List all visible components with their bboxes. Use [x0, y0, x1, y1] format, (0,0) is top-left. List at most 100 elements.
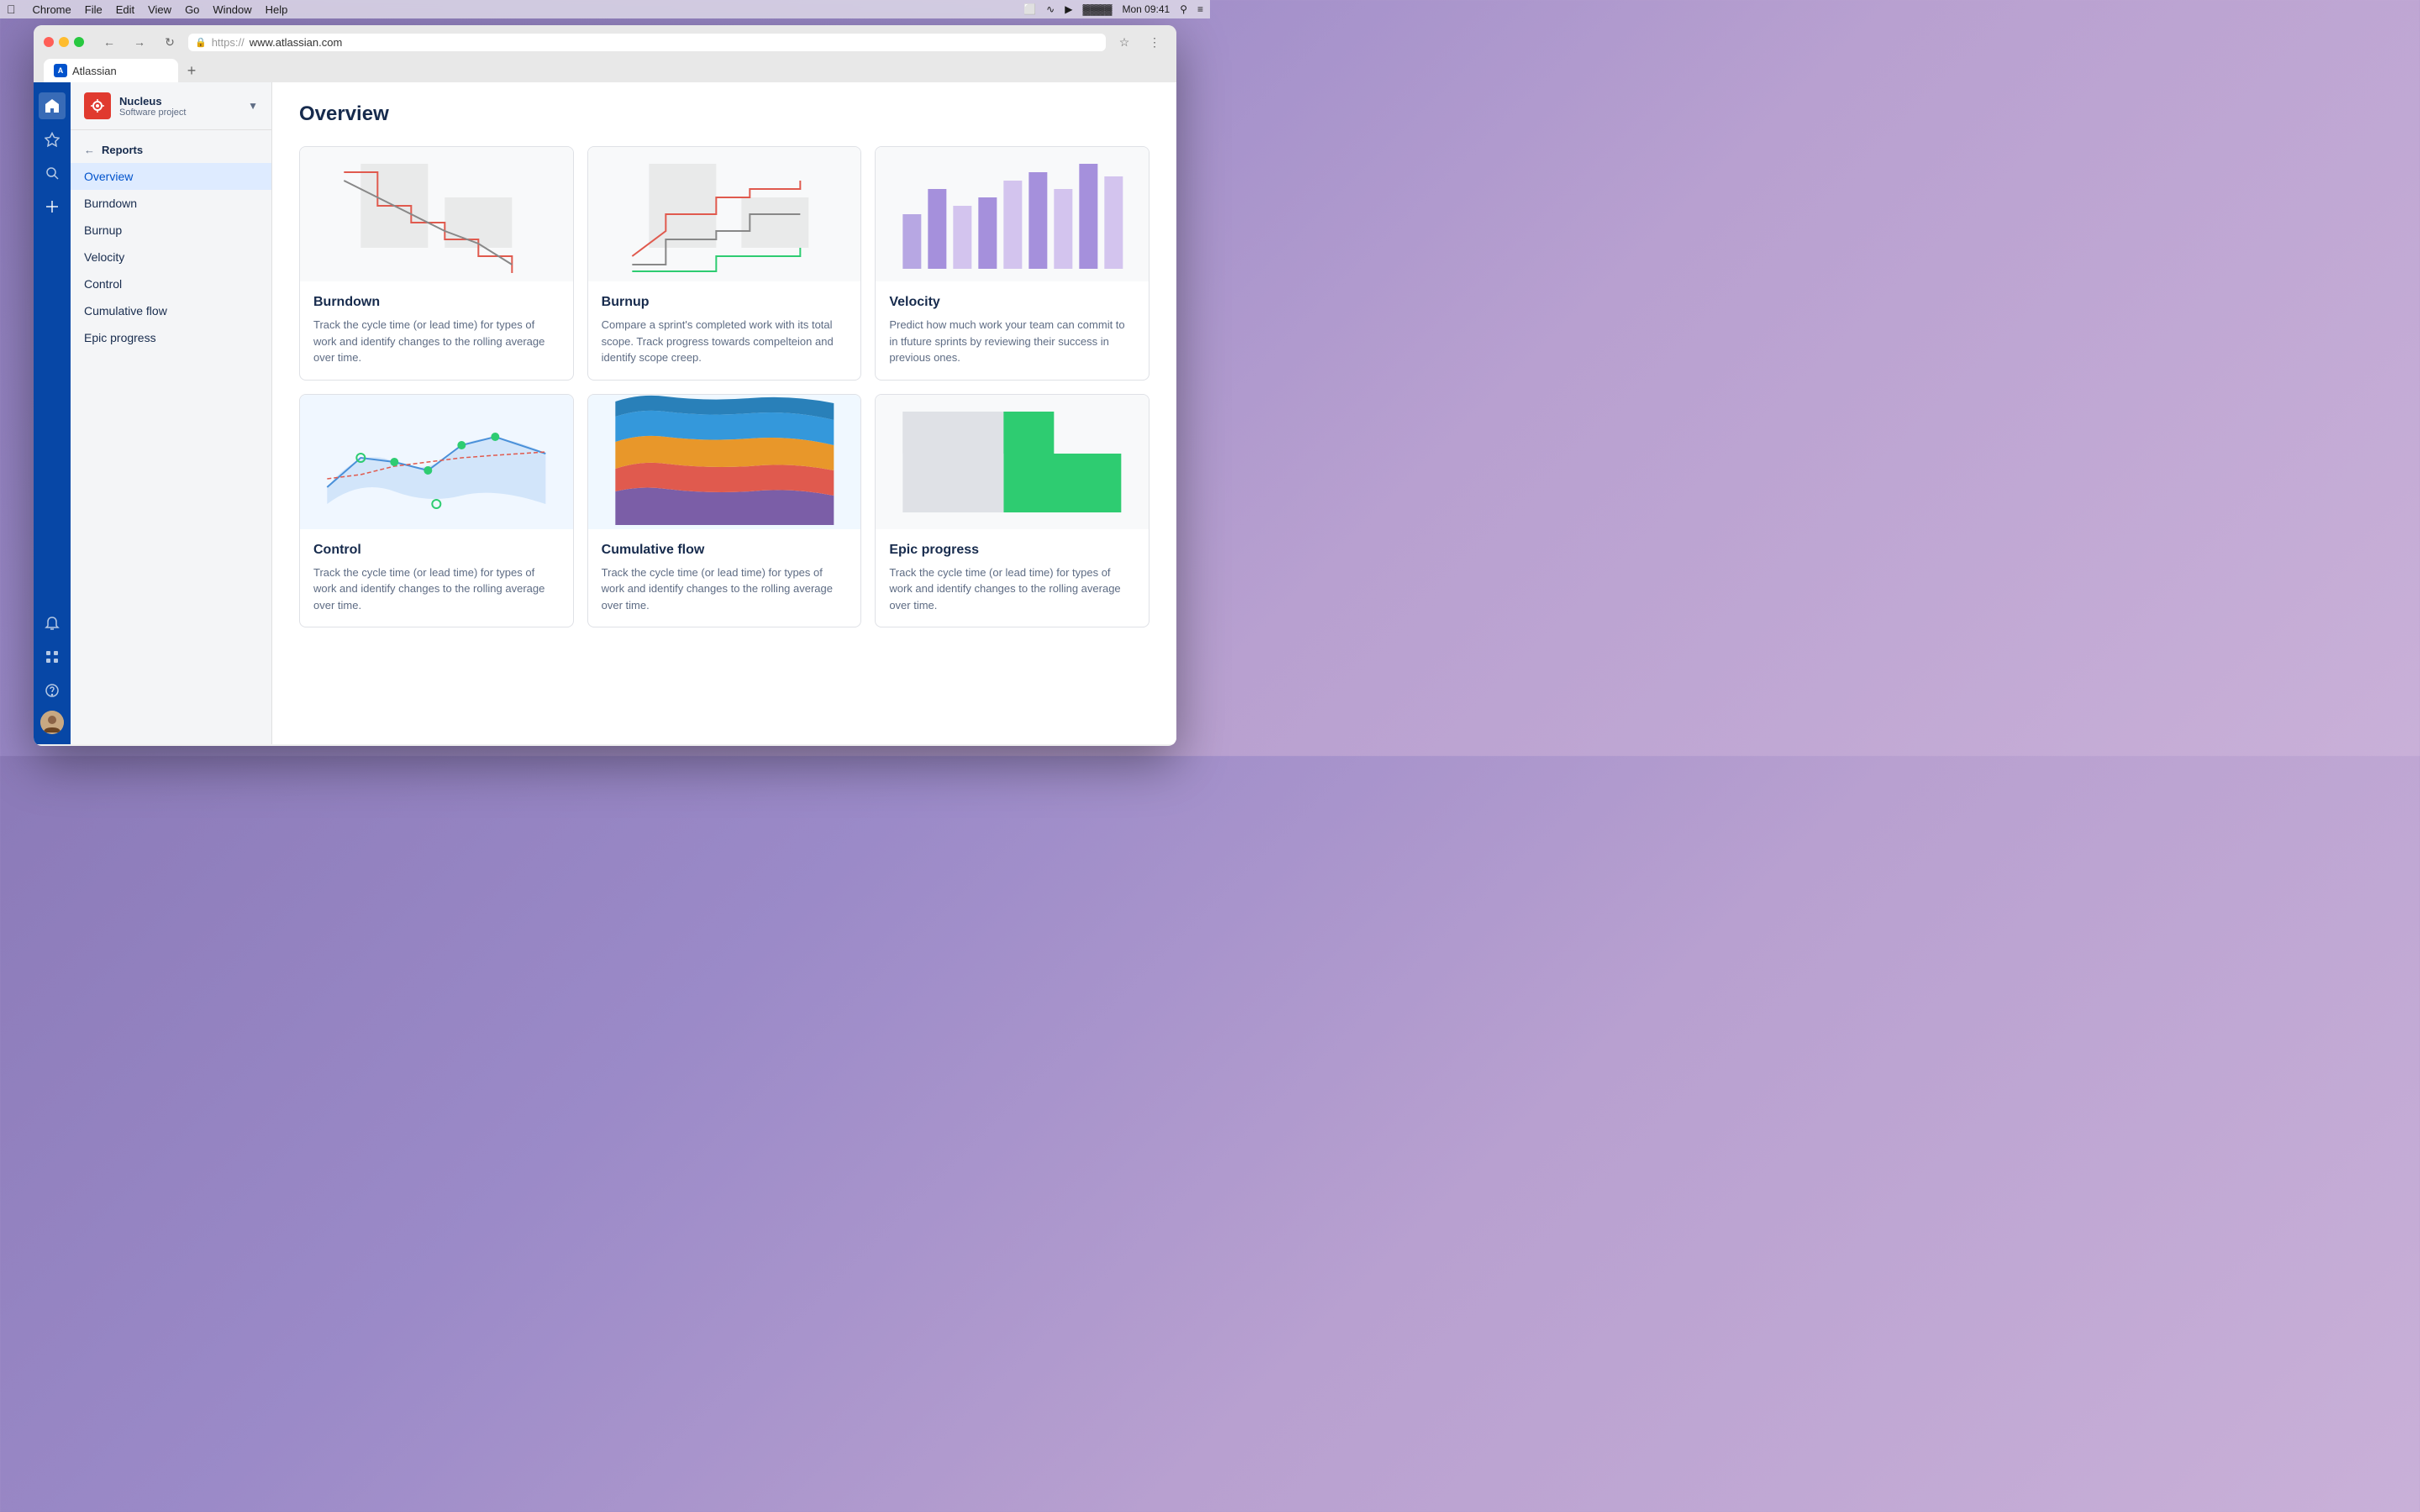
- menubar-window[interactable]: Window: [213, 3, 251, 16]
- sidebar-section-title: Reports: [102, 144, 143, 156]
- nav-apps-icon[interactable]: [39, 643, 66, 670]
- browser-chrome: ← → ↻ 🔒 https:// www.atlassian.com ☆ ⋮ A…: [34, 25, 1176, 82]
- cumulative-card-body: Cumulative flow Track the cycle time (or…: [588, 529, 861, 627]
- project-name: Nucleus: [119, 95, 239, 108]
- search-menu-icon[interactable]: ⚲: [1180, 3, 1187, 15]
- window-maximize-button[interactable]: [74, 37, 84, 47]
- reports-grid: Burndown Track the cycle time (or lead t…: [299, 146, 1150, 627]
- sidebar-item-epic-progress[interactable]: Epic progress: [71, 324, 271, 351]
- window-buttons: [44, 37, 84, 47]
- nav-rail-bottom: [39, 610, 66, 734]
- forward-button[interactable]: →: [128, 32, 151, 52]
- nav-rail-top: [39, 92, 66, 603]
- menubar-file[interactable]: File: [85, 3, 103, 16]
- control-card-body: Control Track the cycle time (or lead ti…: [300, 529, 573, 627]
- sidebar-item-cumulative-flow[interactable]: Cumulative flow: [71, 297, 271, 324]
- project-type: Software project: [119, 108, 239, 118]
- tab-label: Atlassian: [72, 65, 117, 77]
- burnup-preview: [588, 147, 861, 281]
- cumulative-preview: [588, 395, 861, 529]
- sidebar-item-burnup[interactable]: Burnup: [71, 217, 271, 244]
- control-desc: Track the cycle time (or lead time) for …: [313, 564, 560, 614]
- project-icon: [84, 92, 111, 119]
- nav-star-icon[interactable]: [39, 126, 66, 153]
- bookmark-button[interactable]: ☆: [1113, 32, 1136, 52]
- epic-desc: Track the cycle time (or lead time) for …: [889, 564, 1135, 614]
- burnup-card-body: Burnup Compare a sprint's completed work…: [588, 281, 861, 380]
- user-avatar[interactable]: [40, 711, 64, 734]
- browser-tab[interactable]: A Atlassian: [44, 59, 178, 82]
- nav-help-icon[interactable]: [39, 677, 66, 704]
- clock: Mon 09:41: [1122, 3, 1170, 15]
- menubar:  Chrome File Edit View Go Window Help ⬜…: [0, 0, 1210, 18]
- new-tab-button[interactable]: +: [180, 59, 203, 82]
- report-card-control[interactable]: Control Track the cycle time (or lead ti…: [299, 394, 574, 628]
- back-arrow-icon: ←: [84, 144, 95, 156]
- sidebar-item-velocity[interactable]: Velocity: [71, 244, 271, 270]
- project-dropdown-icon: ▼: [248, 100, 258, 112]
- project-info: Nucleus Software project: [119, 95, 239, 118]
- cumulative-desc: Track the cycle time (or lead time) for …: [602, 564, 848, 614]
- epic-preview: [876, 395, 1149, 529]
- tab-bar: A Atlassian +: [44, 59, 1166, 82]
- control-preview: [300, 395, 573, 529]
- cast-icon[interactable]: ⬜: [1023, 3, 1036, 15]
- menubar-go[interactable]: Go: [185, 3, 199, 16]
- sidebar-project[interactable]: Nucleus Software project ▼: [71, 82, 271, 130]
- cumulative-title: Cumulative flow: [602, 543, 848, 558]
- epic-title: Epic progress: [889, 543, 1135, 558]
- burndown-desc: Track the cycle time (or lead time) for …: [313, 317, 560, 366]
- url-https: https://: [212, 36, 245, 49]
- browser-controls: ← → ↻ 🔒 https:// www.atlassian.com ☆ ⋮: [44, 32, 1166, 52]
- control-center-icon[interactable]: ≡: [1197, 3, 1203, 15]
- wifi-icon[interactable]: ∿: [1046, 3, 1055, 15]
- address-bar[interactable]: 🔒 https:// www.atlassian.com: [188, 34, 1106, 51]
- sidebar-nav: ← Reports Overview Burndown Burnup Veloc…: [71, 130, 271, 358]
- nav-rail: [34, 82, 71, 744]
- main-content: Overview Bur: [272, 82, 1176, 744]
- report-card-burnup[interactable]: Burnup Compare a sprint's completed work…: [587, 146, 862, 381]
- control-title: Control: [313, 543, 560, 558]
- browser-window: ← → ↻ 🔒 https:// www.atlassian.com ☆ ⋮ A…: [34, 25, 1176, 746]
- page-title: Overview: [299, 102, 1150, 126]
- reload-button[interactable]: ↻: [158, 32, 182, 52]
- menubar-left:  Chrome File Edit View Go Window Help: [7, 3, 287, 16]
- menubar-view[interactable]: View: [148, 3, 171, 16]
- nav-create-icon[interactable]: [39, 193, 66, 220]
- sidebar-item-control[interactable]: Control: [71, 270, 271, 297]
- menubar-help[interactable]: Help: [266, 3, 288, 16]
- battery-icon: ▓▓▓▓: [1082, 3, 1112, 15]
- app-content: Nucleus Software project ▼ ← Reports Ove…: [34, 82, 1176, 744]
- sidebar-item-overview[interactable]: Overview: [71, 163, 271, 190]
- velocity-card-body: Velocity Predict how much work your team…: [876, 281, 1149, 380]
- epic-card-body: Epic progress Track the cycle time (or l…: [876, 529, 1149, 627]
- menubar-chrome[interactable]: Chrome: [33, 3, 71, 16]
- menu-button[interactable]: ⋮: [1143, 32, 1166, 52]
- nav-notifications-icon[interactable]: [39, 610, 66, 637]
- url-display: www.atlassian.com: [250, 36, 343, 49]
- burnup-desc: Compare a sprint's completed work with i…: [602, 317, 848, 366]
- back-button[interactable]: ←: [97, 32, 121, 52]
- burndown-card-body: Burndown Track the cycle time (or lead t…: [300, 281, 573, 380]
- menubar-right: ⬜ ∿ ▶ ▓▓▓▓ Mon 09:41 ⚲ ≡: [1023, 3, 1203, 15]
- burndown-title: Burndown: [313, 295, 560, 310]
- burnup-title: Burnup: [602, 295, 848, 310]
- sidebar-item-burndown[interactable]: Burndown: [71, 190, 271, 217]
- window-minimize-button[interactable]: [59, 37, 69, 47]
- nav-search-icon[interactable]: [39, 160, 66, 186]
- menubar-edit[interactable]: Edit: [116, 3, 134, 16]
- report-card-epic[interactable]: Epic progress Track the cycle time (or l…: [875, 394, 1150, 628]
- report-card-velocity[interactable]: Velocity Predict how much work your team…: [875, 146, 1150, 381]
- report-card-cumulative[interactable]: Cumulative flow Track the cycle time (or…: [587, 394, 862, 628]
- volume-icon[interactable]: ▶: [1065, 3, 1072, 15]
- window-close-button[interactable]: [44, 37, 54, 47]
- report-card-burndown[interactable]: Burndown Track the cycle time (or lead t…: [299, 146, 574, 381]
- security-icon: 🔒: [195, 37, 207, 48]
- velocity-desc: Predict how much work your team can comm…: [889, 317, 1135, 366]
- velocity-title: Velocity: [889, 295, 1135, 310]
- nav-home-icon[interactable]: [39, 92, 66, 119]
- sidebar: Nucleus Software project ▼ ← Reports Ove…: [71, 82, 272, 744]
- burndown-preview: [300, 147, 573, 281]
- sidebar-back-button[interactable]: ← Reports: [71, 137, 271, 163]
- apple-menu[interactable]: : [7, 3, 16, 16]
